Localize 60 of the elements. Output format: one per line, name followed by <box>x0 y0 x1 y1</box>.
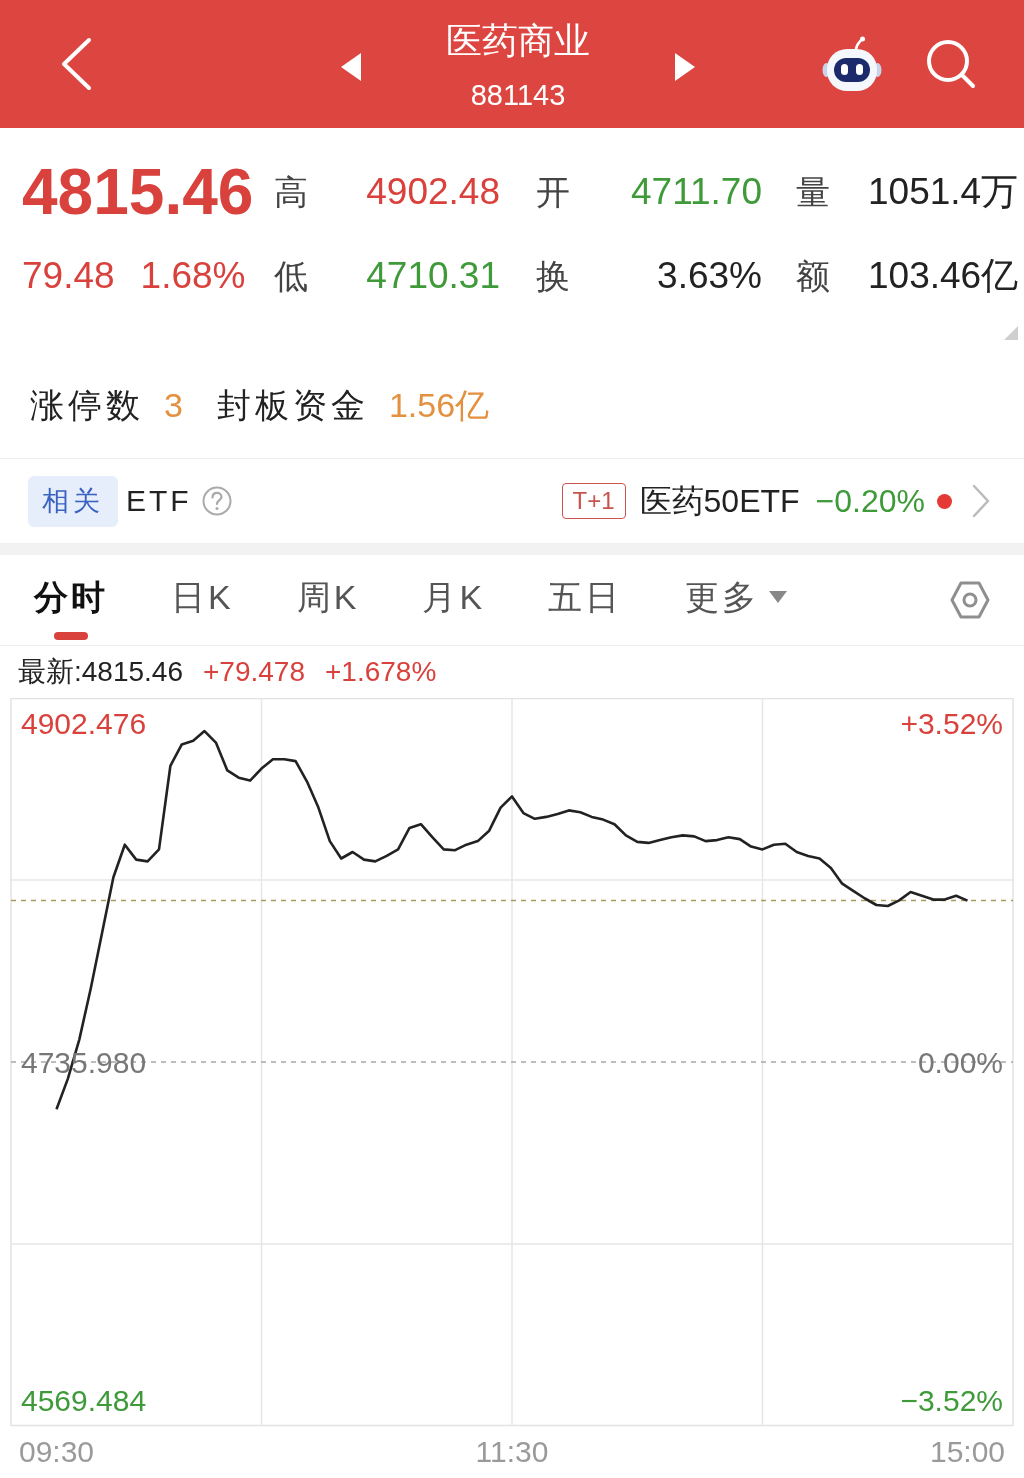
x-axis-label: 11:30 <box>475 1435 549 1468</box>
latest-price-label: 最新:4815.46 <box>18 655 183 689</box>
latest-change: +79.478 <box>203 655 305 689</box>
price-change-percent: 1.68% <box>140 254 246 298</box>
stat-label: 换 <box>535 256 570 296</box>
x-axis-label: 15:00 <box>929 1435 1006 1468</box>
y-axis-label: 4902.476 <box>21 707 147 741</box>
stat-value: 1051.4万 <box>867 170 1020 214</box>
back-button[interactable] <box>60 37 92 91</box>
triangle-right-icon <box>675 53 695 81</box>
limit-value: 1.56亿 <box>388 385 490 426</box>
chart-tab[interactable]: 月K <box>422 555 486 645</box>
help-icon <box>201 486 232 516</box>
triangle-left-icon <box>341 53 361 81</box>
stat-label: 开 <box>535 172 570 212</box>
chart-tab[interactable]: 日K <box>171 555 234 645</box>
limit-value: 3 <box>164 385 183 426</box>
robot-icon <box>822 36 882 92</box>
current-price: 4815.46 <box>22 156 255 228</box>
chart-tab[interactable]: 周K <box>296 555 360 645</box>
search-icon <box>926 39 976 89</box>
chart-tab[interactable]: 分时 <box>34 555 108 645</box>
stat-label: 额 <box>795 256 830 296</box>
stat-value: 4711.70 <box>630 170 762 214</box>
etf-name[interactable]: 医药50ETF <box>639 480 800 522</box>
percent-axis-label: −3.52% <box>900 1383 1003 1417</box>
latest-change-percent: +1.678% <box>325 655 437 689</box>
limit-label: 封板资金 <box>216 385 369 426</box>
previous-button[interactable] <box>341 53 361 81</box>
status-dot-icon <box>937 493 952 509</box>
robot-assistant-button[interactable] <box>822 36 882 92</box>
x-axis-label: 09:30 <box>18 1435 95 1468</box>
etf-change: −0.20% <box>815 482 925 521</box>
corner-triangle-icon <box>1004 326 1018 340</box>
next-button[interactable] <box>675 53 695 81</box>
chart-tab[interactable]: 五日 <box>548 555 623 645</box>
tab-underline <box>54 632 88 640</box>
stat-value: 4710.31 <box>365 254 500 298</box>
related-badge: 相关 <box>28 475 118 527</box>
etf-label: ETF <box>126 483 192 519</box>
caret-down-icon <box>769 591 788 603</box>
stat-value: 103.46亿 <box>867 254 1020 298</box>
stat-label: 高 <box>273 172 308 212</box>
t1-tag: T+1 <box>561 483 626 519</box>
stat-label: 量 <box>795 172 830 212</box>
stat-value: 3.63% <box>656 254 762 298</box>
index-code: 881143 <box>470 78 566 112</box>
page-title: 医药商业 <box>446 19 590 63</box>
settings-button[interactable] <box>950 580 990 620</box>
stat-value: 4902.48 <box>365 170 500 214</box>
y-axis-label: 4569.484 <box>21 1383 147 1417</box>
percent-axis-label: 0.00% <box>917 1045 1003 1079</box>
price-change: 79.48 <box>22 254 115 298</box>
back-icon <box>60 37 92 91</box>
percent-axis-label: +3.52% <box>900 707 1003 741</box>
settings-icon <box>950 580 990 620</box>
search-button[interactable] <box>926 39 976 89</box>
limit-label: 涨停数 <box>30 385 144 426</box>
stat-label: 低 <box>273 256 308 296</box>
chart-tab[interactable]: 更多 <box>685 555 788 645</box>
